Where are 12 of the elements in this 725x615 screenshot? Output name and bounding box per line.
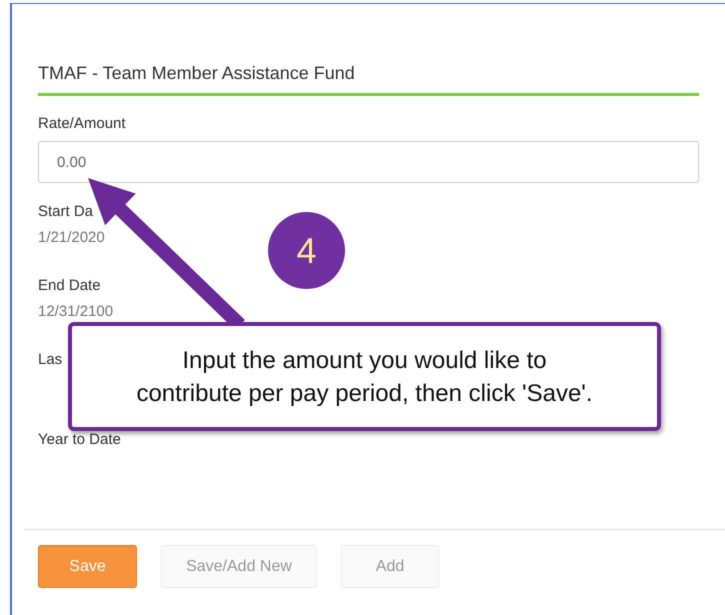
section-title: TMAF - Team Member Assistance Fund (38, 63, 355, 83)
field-value: 12/31/2100 (38, 303, 114, 321)
callout-text: Input the amount you would like to contribute per pay period, then click 'Save'. (135, 346, 594, 408)
step-badge: 4 (268, 212, 345, 289)
field-label: Rate/Amount (38, 114, 126, 134)
amount-input[interactable]: 0.00 (38, 141, 699, 183)
field-label: Start Da (38, 203, 94, 221)
save-button[interactable]: Save (38, 545, 137, 588)
field-value: 1/21/2020 (38, 229, 105, 247)
field-label: End Date (38, 277, 101, 295)
field-label: Year to Date (38, 431, 121, 449)
field-label: Las (38, 351, 62, 369)
